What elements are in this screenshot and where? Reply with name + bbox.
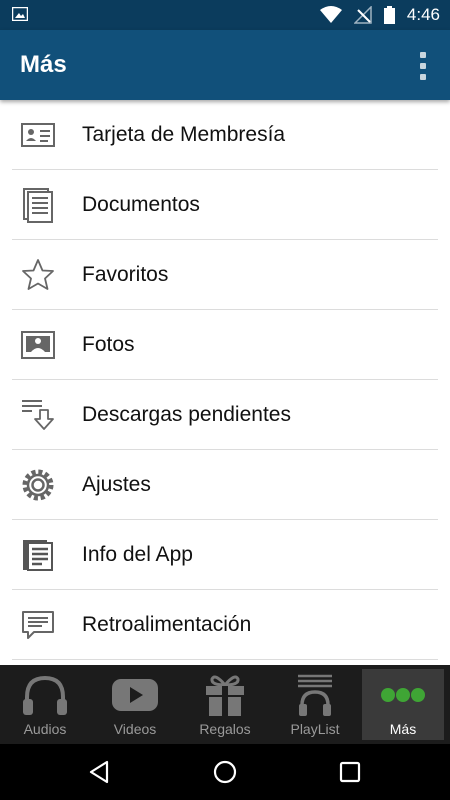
menu-item-documents[interactable]: Documentos xyxy=(12,170,438,240)
page-title: Más xyxy=(20,51,67,78)
battery-icon xyxy=(383,6,395,24)
menu-item-label: Retroalimentación xyxy=(82,613,252,636)
bottom-tab-bar: Audios Videos Regalos PlayList Más xyxy=(0,665,450,744)
play-icon xyxy=(112,679,158,711)
menu-item-label: Ajustes xyxy=(82,473,151,496)
overflow-menu-icon[interactable] xyxy=(418,52,428,80)
tab-label: Audios xyxy=(23,721,67,737)
info-document-icon xyxy=(23,540,53,571)
menu-item-favorites[interactable]: Favoritos xyxy=(12,240,438,310)
more-dots-icon xyxy=(381,688,425,702)
menu-item-membership-card[interactable]: Tarjeta de Membresía xyxy=(12,100,438,170)
clock: 4:46 xyxy=(406,5,440,24)
no-signal-icon xyxy=(353,6,372,24)
system-navigation-bar xyxy=(0,744,450,800)
menu-item-label: Documentos xyxy=(82,193,200,216)
menu-item-app-info[interactable]: Info del App xyxy=(12,520,438,590)
feedback-icon xyxy=(22,611,54,639)
photo-icon xyxy=(21,331,55,359)
tab-audios[interactable]: Audios xyxy=(0,665,90,744)
gear-icon xyxy=(22,469,54,501)
star-icon xyxy=(22,259,54,290)
tab-label: Regalos xyxy=(199,721,251,737)
menu-item-settings[interactable]: Ajustes xyxy=(12,450,438,520)
recent-apps-icon[interactable] xyxy=(336,758,364,786)
tab-label: PlayList xyxy=(290,721,340,737)
home-icon[interactable] xyxy=(211,758,239,786)
tab-gifts[interactable]: Regalos xyxy=(180,665,270,744)
menu-item-photos[interactable]: Fotos xyxy=(12,310,438,380)
more-menu-list: Tarjeta de Membresía Documentos Favorito… xyxy=(0,100,450,660)
menu-item-pending-downloads[interactable]: Descargas pendientes xyxy=(12,380,438,450)
image-notification-icon xyxy=(12,7,28,21)
back-icon[interactable] xyxy=(86,758,114,786)
tab-label: Videos xyxy=(113,721,157,737)
tab-label: Más xyxy=(389,721,417,737)
menu-item-label: Fotos xyxy=(82,333,135,356)
gift-icon xyxy=(206,675,244,716)
menu-item-feedback[interactable]: Retroalimentación xyxy=(12,590,438,660)
headphones-icon xyxy=(23,675,67,715)
playlist-icon xyxy=(298,674,332,716)
wifi-icon xyxy=(319,6,342,23)
menu-item-label: Favoritos xyxy=(82,263,169,286)
tab-playlist[interactable]: PlayList xyxy=(270,665,360,744)
documents-icon xyxy=(23,188,53,223)
menu-item-label: Tarjeta de Membresía xyxy=(82,123,286,146)
status-bar: 4:46 xyxy=(0,0,450,30)
menu-item-label: Descargas pendientes xyxy=(82,403,291,426)
menu-item-label: Info del App xyxy=(82,543,193,566)
app-bar: Más xyxy=(0,30,450,100)
membership-card-icon xyxy=(21,123,55,147)
tab-more[interactable]: Más xyxy=(362,669,444,740)
download-icon xyxy=(22,400,54,430)
tab-videos[interactable]: Videos xyxy=(90,665,180,744)
